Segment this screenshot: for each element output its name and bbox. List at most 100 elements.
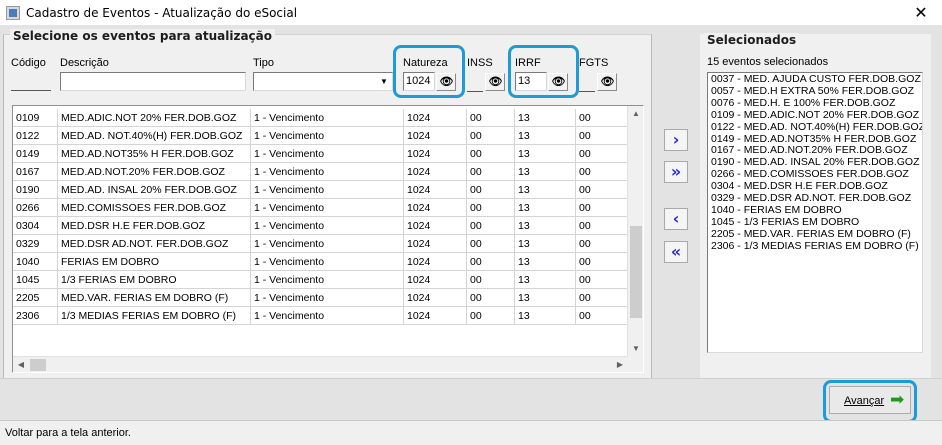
table-cell: 13 xyxy=(515,127,576,145)
table-row[interactable]: 0329 MED.DSR AD.NOT. FER.DOB.GOZ 1 - Venci… xyxy=(13,235,628,253)
table-cell: MED.VAR. FERIAS EM DOBRO (F) xyxy=(58,289,251,307)
table-row[interactable]: 1040 FERIAS EM DOBRO 1 - Vencimento 1024 00 1… xyxy=(13,253,628,271)
fgts-label: FGTS xyxy=(579,57,609,69)
events-grid-body: 0109 MED.ADIC.NOT 20% FER.DOB.GOZ 1 - Venc… xyxy=(13,106,628,357)
table-cell: 1040 xyxy=(13,253,58,271)
scroll-right-icon[interactable]: ▶ xyxy=(612,357,628,372)
table-row[interactable]: 0304 MED.DSR H.E FER.DOB.GOZ 1 - Venciment… xyxy=(13,217,628,235)
list-item[interactable]: 1045 - 1/3 FERIAS EM DOBRO xyxy=(711,216,919,229)
table-cell: 13 xyxy=(515,307,576,325)
inss-search-binoculars-icon[interactable]: 👁 xyxy=(485,73,505,91)
list-item[interactable]: 2306 - 1/3 MEDIAS FERIAS EM DOBRO (F) xyxy=(711,240,919,253)
table-cell: 00 xyxy=(467,127,515,145)
fgts-field[interactable] xyxy=(579,73,595,92)
table-cell: 1 - Vencimento xyxy=(251,109,404,127)
events-group-title: Selecione os eventos para atualização xyxy=(10,29,275,43)
table-cell: 1 - Vencimento xyxy=(251,289,404,307)
table-cell: 1024 xyxy=(404,253,467,271)
selected-group: Selecionados 15 eventos selecionados 003… xyxy=(700,33,931,379)
table-row[interactable]: 0266 MED.COMISSOES FER.DOB.GOZ 1 - Vencime… xyxy=(13,199,628,217)
grid-horizontal-scrollbar[interactable]: ◀ ▶ xyxy=(13,356,628,372)
table-cell: 1024 xyxy=(404,271,467,289)
table-cell: 13 xyxy=(515,235,576,253)
events-grid: 0109 MED.ADIC.NOT 20% FER.DOB.GOZ 1 - Venc… xyxy=(12,105,644,373)
selected-group-title: Selecionados xyxy=(704,33,800,47)
status-text: Voltar para a tela anterior. xyxy=(5,427,131,439)
table-cell: 1 - Vencimento xyxy=(251,145,404,163)
table-cell: 13 xyxy=(515,145,576,163)
list-item[interactable]: 0076 - MED.H. E 100% FER.DOB.GOZ xyxy=(711,97,919,110)
table-cell: 13 xyxy=(515,271,576,289)
remove-selected-button[interactable]: ‹ xyxy=(664,208,688,230)
table-cell: 00 xyxy=(467,307,515,325)
table-cell: 1024 xyxy=(404,163,467,181)
table-cell: 00 xyxy=(467,289,515,307)
table-cell: 0329 xyxy=(13,235,58,253)
table-cell: 13 xyxy=(515,253,576,271)
table-cell: MED.COMISSOES FER.DOB.GOZ xyxy=(58,199,251,217)
table-cell: 13 xyxy=(515,163,576,181)
table-row[interactable]: 0109 MED.ADIC.NOT 20% FER.DOB.GOZ 1 - Venc… xyxy=(13,109,628,127)
table-cell: 00 xyxy=(467,181,515,199)
table-cell: 1024 xyxy=(404,145,467,163)
table-cell: 00 xyxy=(576,289,628,307)
table-cell: MED.ADIC.NOT 20% FER.DOB.GOZ xyxy=(58,109,251,127)
table-row[interactable]: 0122 MED.AD. NOT.40%(H) FER.DOB.GOZ 1 - Ve… xyxy=(13,127,628,145)
grid-vertical-scroll-thumb[interactable] xyxy=(630,226,642,318)
tipo-select[interactable]: ▼ xyxy=(253,72,393,91)
natureza-highlight-annotation xyxy=(393,45,465,98)
app-icon xyxy=(6,6,20,20)
fgts-search-binoculars-icon[interactable]: 👁 xyxy=(597,73,617,91)
scroll-up-icon[interactable]: ▲ xyxy=(628,106,643,122)
scroll-left-icon[interactable]: ◀ xyxy=(13,357,29,372)
table-cell: 00 xyxy=(467,235,515,253)
selected-count: 15 eventos selecionados xyxy=(707,56,829,68)
status-bar: Voltar para a tela anterior. xyxy=(0,420,942,445)
table-cell: 00 xyxy=(576,181,628,199)
list-item[interactable]: 0109 - MED.ADIC.NOT 20% FER.DOB.GOZ xyxy=(711,109,919,122)
grid-vertical-scrollbar[interactable]: ▲ ▼ xyxy=(627,106,643,357)
table-row[interactable]: 0149 MED.AD.NOT35% H FER.DOB.GOZ 1 - Venci… xyxy=(13,145,628,163)
table-cell: 00 xyxy=(576,199,628,217)
chevron-down-icon: ▼ xyxy=(380,77,388,86)
table-cell: 1 - Vencimento xyxy=(251,181,404,199)
table-row[interactable]: 2306 1/3 MEDIAS FERIAS EM DOBRO (F) 1 - Ve… xyxy=(13,307,628,325)
table-row[interactable]: 0190 MED.AD. INSAL 20% FER.DOB.GOZ 1 - Ven… xyxy=(13,181,628,199)
table-cell: 00 xyxy=(467,199,515,217)
table-cell: 1/3 FERIAS EM DOBRO xyxy=(58,271,251,289)
table-cell: 1 - Vencimento xyxy=(251,271,404,289)
table-cell: 00 xyxy=(576,271,628,289)
table-cell: MED.DSR H.E FER.DOB.GOZ xyxy=(58,217,251,235)
table-row[interactable]: 1045 1/3 FERIAS EM DOBRO 1 - Vencimento 102… xyxy=(13,271,628,289)
inss-label: INSS xyxy=(467,57,493,69)
table-row[interactable]: 2205 MED.VAR. FERIAS EM DOBRO (F) 1 - Venc… xyxy=(13,289,628,307)
table-cell: 1024 xyxy=(404,109,467,127)
scroll-down-icon[interactable]: ▼ xyxy=(628,341,643,357)
grid-horizontal-scroll-thumb[interactable] xyxy=(30,359,46,371)
table-cell: 13 xyxy=(515,289,576,307)
close-button[interactable]: ✕ xyxy=(900,0,942,26)
selected-events-list[interactable]: 0037 - MED. AJUDA CUSTO FER.DOB.GOZ 0057 … xyxy=(707,72,923,353)
table-row[interactable]: 0167 MED.AD.NOT.20% FER.DOB.GOZ 1 - Vencim… xyxy=(13,163,628,181)
table-cell: 13 xyxy=(515,199,576,217)
list-item[interactable]: 2205 - MED.VAR. FERIAS EM DOBRO (F) xyxy=(711,228,919,241)
tipo-label: Tipo xyxy=(253,57,274,69)
add-selected-button[interactable]: › xyxy=(664,129,688,151)
table-cell: 1 - Vencimento xyxy=(251,217,404,235)
table-cell: 1 - Vencimento xyxy=(251,253,404,271)
table-cell: 1 - Vencimento xyxy=(251,127,404,145)
add-all-button[interactable]: » xyxy=(664,161,688,183)
table-cell: 00 xyxy=(576,145,628,163)
table-cell: 00 xyxy=(576,217,628,235)
remove-all-button[interactable]: « xyxy=(664,241,688,263)
table-cell: 13 xyxy=(515,217,576,235)
inss-field[interactable] xyxy=(467,73,483,92)
table-cell: 1 - Vencimento xyxy=(251,307,404,325)
table-cell: 0149 xyxy=(13,145,58,163)
descricao-field[interactable] xyxy=(60,72,246,91)
list-item[interactable]: 0122 - MED.AD. NOT.40%(H) FER.DOB.GOZ xyxy=(711,121,922,134)
table-cell: 1024 xyxy=(404,199,467,217)
table-cell: 1 - Vencimento xyxy=(251,235,404,253)
codigo-field[interactable] xyxy=(11,72,51,91)
table-cell: 00 xyxy=(467,109,515,127)
